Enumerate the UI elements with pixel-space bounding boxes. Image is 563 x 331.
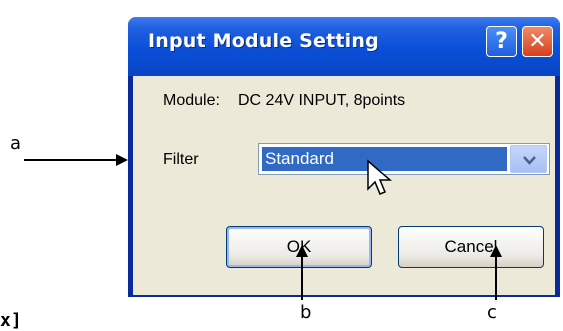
chevron-down-icon xyxy=(523,156,536,165)
callout-b-label: b xyxy=(300,302,312,323)
cancel-button[interactable]: Cancel xyxy=(398,226,544,268)
module-label: Module: xyxy=(163,92,220,109)
callout-c-arrow-icon xyxy=(490,245,502,300)
dialog-title: Input Module Setting xyxy=(148,30,379,52)
callout-a-label: a xyxy=(10,133,22,154)
callout-c-label: c xyxy=(487,302,497,323)
filter-label: Filter xyxy=(163,151,199,168)
close-icon: ✕ xyxy=(528,29,547,54)
close-button[interactable]: ✕ xyxy=(522,26,553,57)
callout-a-arrow-icon xyxy=(24,154,128,166)
question-mark-icon: ? xyxy=(495,29,508,54)
mouse-cursor-icon xyxy=(367,159,393,195)
partial-caption-text: x] xyxy=(0,310,22,331)
help-button[interactable]: ? xyxy=(486,26,517,57)
filter-dropdown-button[interactable] xyxy=(510,145,547,173)
callout-b-arrow-icon xyxy=(296,245,308,300)
module-value: DC 24V INPUT, 8points xyxy=(238,92,406,109)
